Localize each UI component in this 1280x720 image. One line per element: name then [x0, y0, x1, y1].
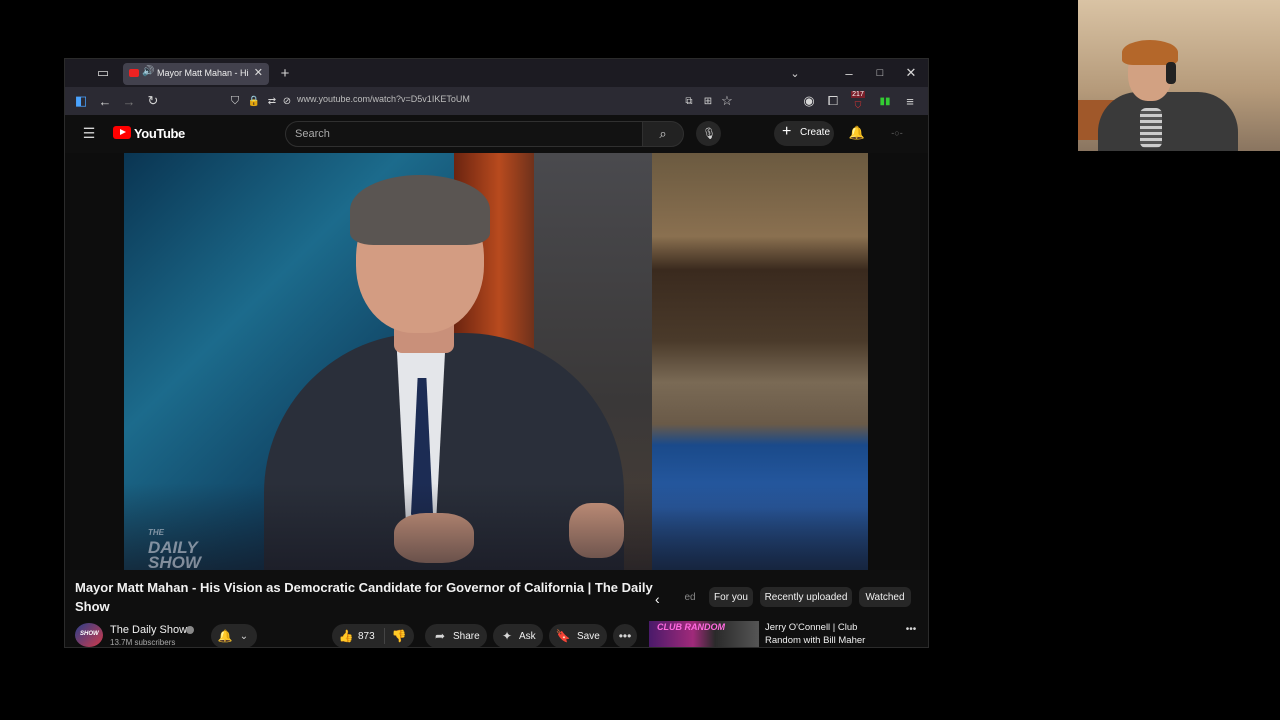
- thumbnail-text: CLUB RANDOM: [657, 622, 725, 632]
- voice-search-button[interactable]: 🎙: [696, 121, 721, 146]
- plus-icon: +: [782, 123, 792, 140]
- tracking-icon[interactable]: ⊘: [279, 93, 295, 109]
- browser-window: ▭ 🔊 Mayor Matt Mahan - His V ✕ + ⌄ – □ ✕…: [64, 58, 929, 648]
- ublock-badge: 217: [851, 91, 865, 98]
- sidebar-icon[interactable]: ◧: [73, 93, 89, 109]
- subscriber-count: 13.7M subscribers: [110, 638, 176, 647]
- channel-avatar-text: SHOW: [80, 631, 99, 637]
- lock-icon[interactable]: 🔒: [246, 93, 262, 109]
- save-label: Save: [577, 631, 600, 642]
- channel-name[interactable]: The Daily Show: [110, 624, 187, 636]
- tab-title: Mayor Matt Mahan - His V: [157, 68, 249, 78]
- save-button[interactable]: 🔖 Save: [549, 624, 607, 647]
- chip-watched[interactable]: Watched: [859, 587, 911, 607]
- recommended-more-icon[interactable]: •••: [903, 621, 919, 637]
- account-icon[interactable]: ◉: [801, 93, 817, 109]
- tab-bar: ▭ 🔊 Mayor Matt Mahan - His V ✕ + ⌄ – □ ✕: [65, 59, 928, 87]
- chip-for-you[interactable]: For you: [709, 587, 753, 607]
- video-title: Mayor Matt Mahan - His Vision as Democra…: [75, 580, 653, 614]
- share-icon: ➦: [434, 629, 446, 643]
- search-placeholder: Search: [295, 128, 330, 140]
- notifications-bell-icon[interactable]: 🔔: [849, 125, 865, 141]
- forward-icon[interactable]: →: [121, 93, 137, 109]
- webcam-overlay: [1078, 0, 1280, 151]
- recommended-thumbnail[interactable]: CLUB RANDOM: [649, 621, 759, 647]
- bookmark-star-icon[interactable]: ☆: [719, 93, 735, 109]
- sparkle-icon: ✦: [501, 629, 513, 643]
- chip-partial[interactable]: ed: [677, 587, 703, 607]
- new-tab-icon[interactable]: +: [277, 64, 293, 82]
- create-button[interactable]: + Create: [774, 121, 834, 146]
- dislike-icon[interactable]: 👎: [391, 628, 407, 644]
- recommended-title[interactable]: Jerry O'Connell | Club Random with Bill …: [765, 621, 895, 647]
- like-icon[interactable]: 👍: [338, 628, 354, 644]
- menu-icon[interactable]: ≡: [902, 93, 918, 109]
- like-divider: [384, 628, 385, 644]
- ublock-icon[interactable]: 217 ⛉: [850, 91, 866, 111]
- search-input[interactable]: Search: [285, 121, 643, 147]
- ask-button[interactable]: ✦ Ask: [493, 624, 543, 647]
- microphone-icon: 🎙: [702, 127, 716, 140]
- share-button[interactable]: ➦ Share: [425, 624, 487, 647]
- youtube-logo-icon[interactable]: [113, 126, 131, 139]
- share-label: Share: [453, 631, 480, 642]
- youtube-header: ☰ YouTube Search ⌕ 🎙 + Create 🔔 -○-: [65, 115, 928, 153]
- headphones: [1166, 62, 1176, 84]
- webcam-person-body: [1098, 92, 1238, 151]
- like-dislike-group: 👍 873 👎: [332, 624, 414, 647]
- ask-label: Ask: [519, 631, 536, 642]
- extensions-icon[interactable]: ⧠: [825, 93, 841, 109]
- avatar-loading-icon[interactable]: -○-: [887, 125, 907, 141]
- video-player[interactable]: THE DAILY SHOW: [124, 153, 868, 570]
- chip-recently-uploaded[interactable]: Recently uploaded: [760, 587, 852, 607]
- tab-overview-icon[interactable]: ▭: [95, 65, 111, 81]
- youtube-logo-text[interactable]: YouTube: [134, 126, 185, 141]
- minimize-icon[interactable]: –: [841, 65, 857, 81]
- save-page-icon[interactable]: ⊞: [700, 93, 716, 109]
- create-label: Create: [800, 127, 831, 138]
- more-actions-button[interactable]: •••: [613, 624, 637, 647]
- speaker-icon[interactable]: 🔊: [142, 66, 154, 77]
- close-tab-icon[interactable]: ✕: [254, 66, 263, 79]
- daily-show-watermark: THE DAILY SHOW: [148, 528, 201, 570]
- microphone: [1140, 108, 1162, 148]
- search-button[interactable]: ⌕: [642, 121, 684, 147]
- hamburger-menu-icon[interactable]: ☰: [81, 125, 97, 141]
- more-horizontal-icon: •••: [618, 629, 632, 643]
- guest-hair: [350, 175, 490, 245]
- reload-icon[interactable]: ↻: [145, 93, 161, 109]
- search-icon: ⌕: [659, 126, 667, 141]
- chips-scroll-left-icon[interactable]: ‹: [655, 591, 660, 607]
- back-icon[interactable]: ←: [97, 93, 113, 109]
- like-count[interactable]: 873: [358, 631, 375, 642]
- video-shadow: [124, 483, 868, 570]
- shield-icon[interactable]: ⛉: [227, 93, 243, 109]
- equalizer-icon[interactable]: ▮▮: [877, 93, 893, 109]
- verified-check-icon: [186, 626, 194, 634]
- chevron-down-icon: ⌄: [239, 630, 249, 642]
- tab-youtube[interactable]: 🔊 Mayor Matt Mahan - His V ✕: [123, 63, 269, 85]
- close-window-icon[interactable]: ✕: [903, 65, 919, 81]
- channel-avatar[interactable]: SHOW: [75, 623, 103, 647]
- subscribe-notifications-button[interactable]: 🔔 ⌄: [211, 624, 257, 647]
- list-tabs-icon[interactable]: ⌄: [787, 65, 803, 81]
- bookmark-icon: 🔖: [555, 629, 571, 643]
- bell-icon: 🔔: [217, 629, 233, 643]
- permissions-icon[interactable]: ⇄: [264, 93, 280, 109]
- youtube-favicon-icon: [129, 69, 139, 77]
- picture-in-picture-icon[interactable]: ⧉: [681, 93, 697, 109]
- url-bar[interactable]: www.youtube.com/watch?v=D5v1IKEToUM: [297, 94, 470, 104]
- nav-bar: ◧ ← → ↻ ⛉ 🔒 ⇄ ⊘ www.youtube.com/watch?v=…: [65, 87, 928, 115]
- maximize-icon[interactable]: □: [872, 65, 888, 81]
